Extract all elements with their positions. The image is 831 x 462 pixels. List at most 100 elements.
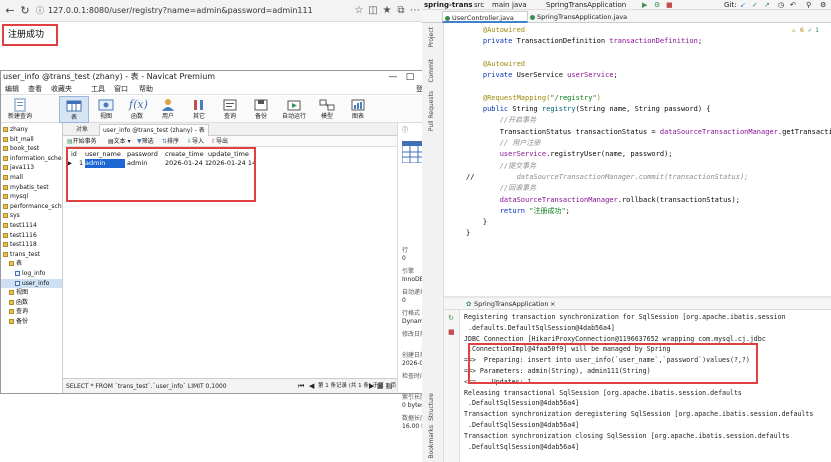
stop-icon[interactable]: ■ <box>448 328 455 336</box>
form-view-icon[interactable]: ▤ <box>386 379 393 394</box>
tab-user-controller[interactable]: UserController.java <box>442 11 528 23</box>
git-update-icon[interactable]: ↙ <box>740 0 746 10</box>
data-grid: id user_name password create_time update… <box>63 147 397 377</box>
debug-icon[interactable]: ⚙ <box>654 0 660 10</box>
tree-item[interactable]: test1114 <box>1 221 62 230</box>
git-push-icon[interactable]: ↗ <box>764 0 770 10</box>
chart-button[interactable]: 图表 <box>343 96 373 123</box>
menu-view[interactable]: 查看 <box>28 83 42 95</box>
more-icon[interactable]: ⋯ <box>408 4 422 18</box>
database-icon <box>3 251 8 257</box>
first-page-icon[interactable]: ⏮ <box>298 379 304 394</box>
crumb-java[interactable]: java <box>512 0 527 10</box>
tree-item[interactable]: mall <box>1 173 62 182</box>
settings-icon[interactable]: ⚙ <box>820 0 826 10</box>
bookmarks-tool-button[interactable]: Bookmarks <box>428 425 435 459</box>
menu-help[interactable]: 帮助 <box>139 83 153 95</box>
tree-item[interactable]: 备份 <box>1 317 62 326</box>
split-icon[interactable]: ◫ <box>366 4 380 18</box>
text-button[interactable]: ▤文本 ▾ <box>108 136 131 147</box>
begin-transaction-button[interactable]: ▤开始事务 <box>67 136 97 147</box>
table-button[interactable]: 表 <box>59 96 89 123</box>
code-line: TransactionStatus transactionStatus = da… <box>466 127 831 136</box>
model-button[interactable]: 模型 <box>312 96 342 123</box>
crumb-main[interactable]: main <box>492 0 510 10</box>
export-button[interactable]: ⇧导出 <box>211 136 228 147</box>
tree-item[interactable]: information_schema <box>1 154 62 163</box>
sort-button[interactable]: ⇅排序 <box>162 136 179 147</box>
collections-icon[interactable]: ⧉ <box>394 4 408 18</box>
menu-edit[interactable]: 编辑 <box>5 83 19 95</box>
backup-button[interactable]: 备份 <box>246 96 276 123</box>
tree-item[interactable]: sys <box>1 211 62 220</box>
tree-item[interactable]: mysql <box>1 192 62 201</box>
back-icon[interactable]: ← <box>3 4 17 18</box>
tree-item[interactable]: mybatis_test <box>1 183 62 192</box>
function-icon: f(x) <box>129 98 148 111</box>
run-tab-label[interactable]: SpringTransApplication <box>474 298 548 310</box>
user-button[interactable]: 用户 <box>153 96 183 123</box>
run-config-select[interactable]: SpringTransApplication <box>546 0 626 10</box>
highlight-box <box>66 147 256 202</box>
new-query-button[interactable]: 新建查询 <box>3 96 37 123</box>
next-page-icon[interactable]: ▶ <box>369 379 374 394</box>
other-button[interactable]: 其它 <box>184 96 214 123</box>
favorites-icon[interactable]: ★ <box>380 4 394 18</box>
search-icon[interactable]: ⚲ <box>806 0 811 10</box>
grid-view-icon[interactable]: ▦ <box>377 379 384 394</box>
git-label[interactable]: Git: <box>724 0 736 10</box>
menu-favorites[interactable]: 收藏夹 <box>51 83 72 95</box>
filter-button[interactable]: ▼筛选 <box>137 136 154 147</box>
tree-item[interactable]: trans_test <box>1 250 62 259</box>
tab-user-info[interactable]: user_info @trans_test (zhany) - 表 <box>99 124 209 136</box>
tab-objects[interactable]: 对象 <box>67 124 97 136</box>
stop-icon[interactable]: ■ <box>666 0 673 10</box>
history-icon[interactable]: ◷ <box>778 0 784 10</box>
pull-requests-tool-button[interactable]: Pull Requests <box>428 91 435 131</box>
close-tab-icon[interactable]: × <box>550 298 555 310</box>
function-button[interactable]: f(x) 函数 <box>122 96 152 123</box>
structure-tool-button[interactable]: Structure <box>428 393 435 421</box>
tree-item[interactable]: log_info <box>1 269 62 278</box>
crumb-src[interactable]: src <box>474 0 484 10</box>
reload-icon[interactable]: ↻ <box>18 4 32 18</box>
menu-tools[interactable]: 工具 <box>91 83 105 95</box>
info-icon[interactable]: ⓘ <box>402 125 408 134</box>
tree-item-label: test1116 <box>10 231 37 239</box>
code-editor[interactable]: ⚠ 6 ✓ 1 @Autowired private TransactionDe… <box>444 23 831 296</box>
tree-item[interactable]: zhany <box>1 125 62 134</box>
project-name[interactable]: spring-trans <box>424 0 473 10</box>
commit-tool-button[interactable]: Commit <box>428 59 435 83</box>
import-button[interactable]: ⇩导入 <box>187 136 204 147</box>
git-commit-icon[interactable]: ✓ <box>752 0 758 10</box>
rerun-icon[interactable]: ↻ <box>448 314 454 322</box>
undo-icon[interactable]: ↶ <box>790 0 796 10</box>
prev-page-icon[interactable]: ◀ <box>309 379 314 394</box>
tree-item[interactable]: java113 <box>1 163 62 172</box>
menu-window[interactable]: 窗口 <box>114 83 128 95</box>
automation-button[interactable]: 自动运行 <box>277 96 311 123</box>
tree-item[interactable]: performance_schema <box>1 202 62 211</box>
tree-item[interactable]: 查询 <box>1 307 62 316</box>
star-icon[interactable]: ☆ <box>352 4 366 18</box>
tree-item[interactable]: 视图 <box>1 288 62 297</box>
address-bar[interactable]: 127.0.0.1:8080/user/registry?name=admin&… <box>48 3 350 19</box>
info-icon[interactable]: ⓘ <box>33 4 47 18</box>
tree-item[interactable]: 函数 <box>1 298 62 307</box>
console-output[interactable]: Registering transaction synchronization … <box>460 310 831 462</box>
view-button[interactable]: 视图 <box>91 96 121 123</box>
tree-item[interactable]: user_info <box>1 278 62 288</box>
tab-spring-trans-application[interactable]: SpringTransApplication.java <box>528 11 644 23</box>
tree-item[interactable]: 表 <box>1 259 62 268</box>
tree-item[interactable]: test1118 <box>1 240 62 249</box>
tree-item-label: book_test <box>10 145 40 153</box>
tree-item[interactable]: book_test <box>1 144 62 153</box>
project-tool-button[interactable]: Project <box>428 27 435 48</box>
run-icon[interactable]: ▶ <box>642 0 647 10</box>
maximize-icon[interactable]: □ <box>403 71 417 83</box>
query-button[interactable]: 查询 <box>215 96 245 123</box>
tree-item[interactable]: test1116 <box>1 231 62 240</box>
tree-item-label: mybatis_test <box>10 183 49 191</box>
minimize-icon[interactable]: — <box>386 71 400 83</box>
tree-item[interactable]: bit_mall <box>1 135 62 144</box>
